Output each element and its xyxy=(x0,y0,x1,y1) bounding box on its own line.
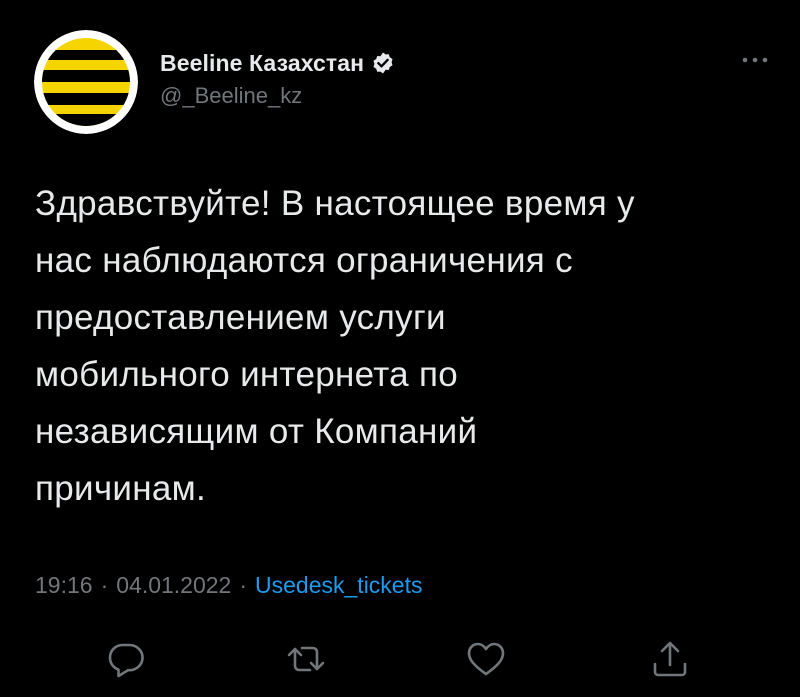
tweet-time[interactable]: 19:16 xyxy=(35,572,93,599)
tweet-text-line: Здравствуйте! В настоящее время у xyxy=(35,184,635,223)
meta-separator: · xyxy=(100,572,109,598)
tweet-text-line: причинам. xyxy=(35,469,207,508)
share-icon xyxy=(653,641,687,677)
share-button[interactable] xyxy=(648,637,692,681)
beeline-logo-icon xyxy=(34,30,138,134)
tweet-text-line: нас наблюдаются ограничения с xyxy=(35,241,573,280)
reply-button[interactable] xyxy=(104,637,148,681)
tweet-text-line: мобильного интернета по xyxy=(35,355,458,394)
retweet-button[interactable] xyxy=(284,637,328,681)
tweet-text-line: предоставлением услуги xyxy=(35,298,446,337)
like-icon xyxy=(467,642,505,676)
tweet-text: Здравствуйте! В настоящее время у нас на… xyxy=(35,175,775,517)
reply-icon xyxy=(108,643,144,678)
tweet-card: Beeline Казахстан @_Beeline_kz Здравству… xyxy=(0,0,800,697)
user-handle[interactable]: @_Beeline_kz xyxy=(160,83,302,109)
tweet-source-link[interactable]: Usedesk_tickets xyxy=(255,572,422,599)
like-button[interactable] xyxy=(464,637,508,681)
tweet-text-line: независящим от Компаний xyxy=(35,412,478,451)
display-name[interactable]: Beeline Казахстан xyxy=(160,50,364,77)
more-options-icon[interactable] xyxy=(740,50,770,70)
tweet-date[interactable]: 04.01.2022 xyxy=(116,572,231,599)
tweet-meta: 19:16 · 04.01.2022 · Usedesk_tickets xyxy=(35,572,423,599)
user-name-row: Beeline Казахстан xyxy=(160,48,395,78)
verified-badge-icon xyxy=(371,51,395,75)
tweet-actions xyxy=(0,637,800,681)
retweet-icon xyxy=(287,646,325,672)
meta-separator: · xyxy=(239,572,248,598)
avatar[interactable] xyxy=(34,30,138,134)
